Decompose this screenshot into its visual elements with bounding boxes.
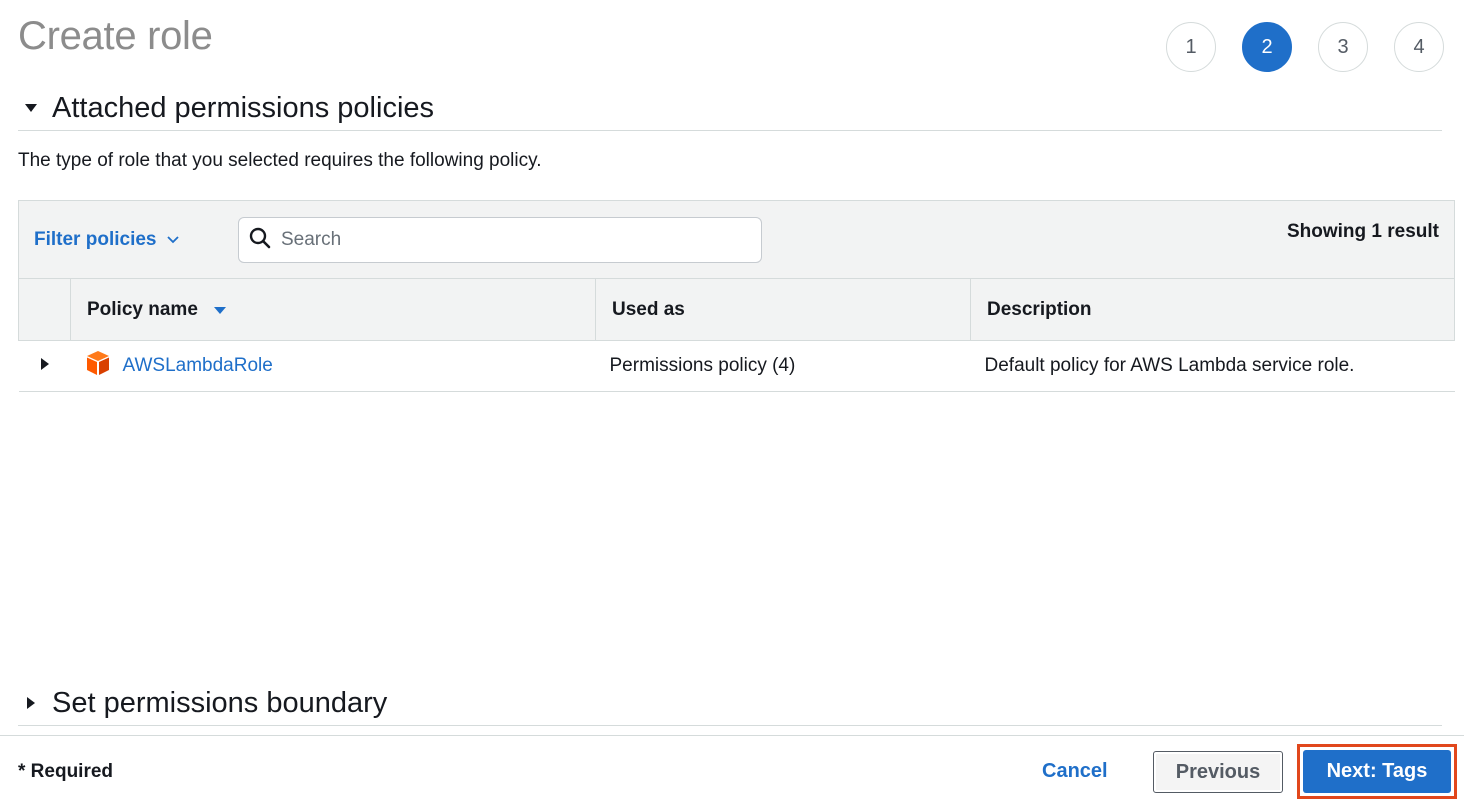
table-header-row: Policy name Used as Description [18, 278, 1455, 341]
required-note: * Required [18, 761, 114, 782]
policies-table: Filter policies Showing 1 result Policy … [18, 200, 1455, 392]
search-input[interactable] [279, 228, 743, 252]
table-toolbar: Filter policies Showing 1 result [18, 200, 1455, 278]
search-icon [249, 227, 271, 254]
previous-button[interactable]: Previous [1153, 751, 1283, 793]
cancel-button[interactable]: Cancel [1042, 760, 1108, 783]
expand-row-toggle[interactable] [18, 340, 71, 392]
column-header-description: Description [970, 278, 1455, 341]
filter-label: Filter policies [34, 229, 157, 250]
wizard-footer: * Required Cancel Previous Next: Tags [0, 735, 1464, 799]
policy-name-cell: AWSLambdaRole [70, 340, 596, 392]
section-title: Attached permissions policies [52, 91, 435, 124]
used-as-cell: Permissions policy (4) [595, 340, 971, 392]
chevron-down-icon [166, 229, 180, 251]
column-header-policy-name[interactable]: Policy name [70, 278, 596, 341]
step-1[interactable]: 1 [1166, 22, 1216, 72]
expand-column-header [18, 278, 71, 341]
aws-package-icon [85, 350, 111, 382]
filter-policies-dropdown[interactable]: Filter policies [34, 229, 180, 251]
intro-text: The type of role that you selected requi… [18, 150, 542, 171]
caret-right-icon [18, 696, 44, 710]
column-header-used-as: Used as [595, 278, 971, 341]
policy-name-link[interactable]: AWSLambdaRole [123, 355, 273, 377]
sort-down-icon[interactable] [213, 299, 227, 320]
column-label: Policy name [87, 298, 198, 320]
step-2-active[interactable]: 2 [1242, 22, 1292, 72]
caret-right-icon [40, 355, 50, 376]
section-title: Set permissions boundary [52, 686, 388, 719]
page-title: Create role [18, 14, 213, 58]
table-row: AWSLambdaRole Permissions policy (4) Def… [18, 340, 1455, 392]
permissions-boundary-header[interactable]: Set permissions boundary [18, 681, 1442, 726]
step-4[interactable]: 4 [1394, 22, 1444, 72]
policies-grid: Policy name Used as Description AWSLambd… [18, 278, 1455, 392]
caret-down-icon [18, 103, 44, 113]
attached-policies-header[interactable]: Attached permissions policies [18, 86, 1442, 131]
search-box[interactable] [238, 217, 762, 263]
wizard-steps: 1 2 3 4 [1166, 22, 1444, 72]
next-tags-button[interactable]: Next: Tags [1303, 750, 1451, 793]
description-cell: Default policy for AWS Lambda service ro… [970, 340, 1455, 392]
result-count: Showing 1 result [1286, 221, 1439, 242]
step-3[interactable]: 3 [1318, 22, 1368, 72]
